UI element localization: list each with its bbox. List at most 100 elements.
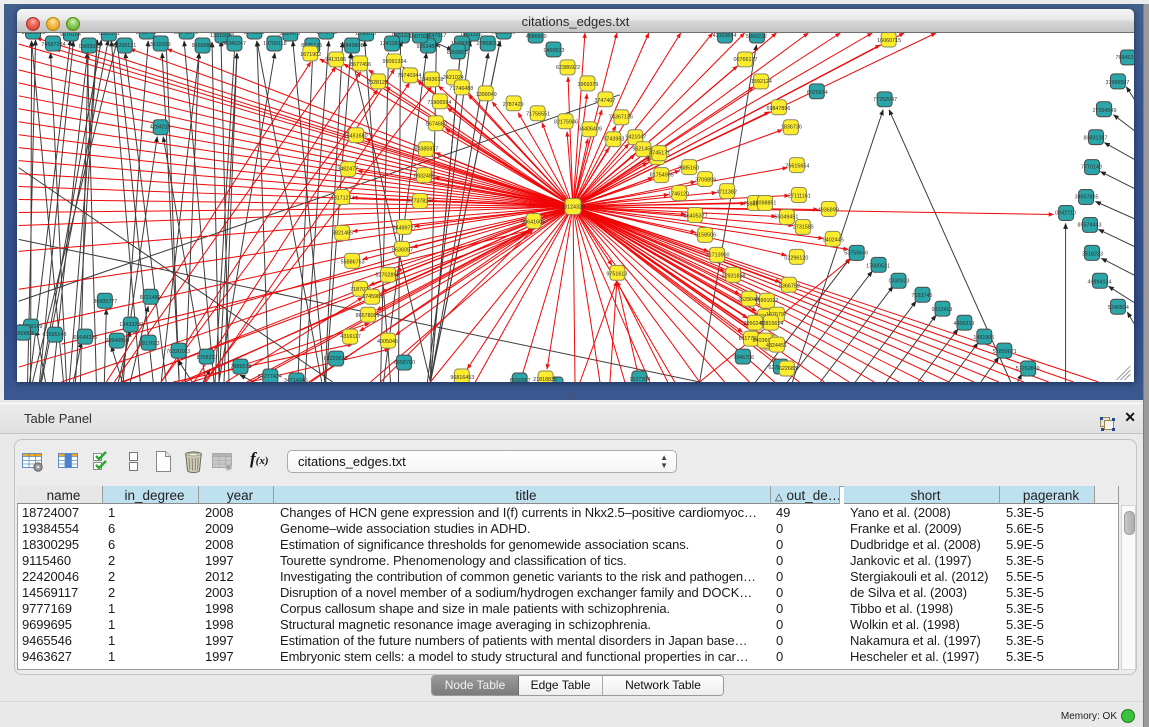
svg-text:10799118: 10799118: [263, 41, 287, 47]
svg-text:4936899: 4936899: [818, 207, 839, 213]
svg-text:5158506: 5158506: [695, 232, 716, 238]
svg-text:34714345: 34714345: [284, 378, 308, 382]
svg-text:0330923: 0330923: [889, 278, 910, 284]
svg-text:96405377: 96405377: [684, 213, 708, 219]
svg-text:28098851: 28098851: [752, 201, 776, 207]
svg-text:9402445: 9402445: [823, 237, 844, 243]
svg-text:9751613: 9751613: [606, 271, 627, 277]
svg-text:9636057: 9636057: [392, 247, 413, 253]
svg-text:71906594: 71906594: [427, 100, 451, 106]
svg-text:21818835: 21818835: [533, 377, 557, 382]
svg-text:43815614: 43815614: [759, 321, 783, 327]
svg-text:36995777: 36995777: [93, 299, 117, 305]
svg-text:1607337: 1607337: [409, 34, 430, 40]
svg-text:56049451: 56049451: [774, 214, 798, 220]
svg-text:6025634: 6025634: [807, 90, 828, 96]
svg-text:76320163: 76320163: [166, 349, 190, 355]
svg-text:1746120: 1746120: [668, 192, 689, 198]
svg-text:4294019: 4294019: [150, 125, 171, 131]
svg-text:9169985: 9169985: [192, 43, 213, 49]
svg-text:1627204: 1627204: [629, 377, 650, 382]
svg-text:8366752: 8366752: [779, 283, 800, 289]
svg-text:86578091: 86578091: [356, 313, 380, 319]
svg-text:4005045: 4005045: [377, 339, 398, 345]
svg-text:4711382: 4711382: [716, 190, 737, 196]
svg-text:8721489: 8721489: [140, 295, 161, 301]
svg-text:62702895: 62702895: [376, 272, 400, 278]
svg-text:7622683: 7622683: [776, 366, 797, 372]
svg-text:7193745: 7193745: [912, 293, 933, 299]
svg-text:79740344: 79740344: [398, 73, 422, 79]
svg-text:5674680: 5674680: [426, 122, 447, 128]
svg-text:99091334: 99091334: [383, 59, 407, 65]
svg-text:1671902: 1671902: [300, 52, 321, 58]
svg-text:8059826: 8059826: [447, 50, 468, 56]
svg-text:0980500: 0980500: [79, 44, 100, 50]
svg-text:3747407: 3747407: [594, 98, 615, 104]
svg-text:4324451: 4324451: [766, 343, 787, 349]
svg-text:13493618: 13493618: [419, 77, 443, 83]
svg-text:7770143: 7770143: [1081, 165, 1102, 171]
svg-text:61595148: 61595148: [43, 332, 67, 338]
svg-text:57262849: 57262849: [1016, 366, 1040, 372]
svg-text:27111161: 27111161: [788, 194, 811, 200]
svg-text:13171274: 13171274: [331, 196, 355, 202]
svg-text:12411824: 12411824: [380, 41, 404, 47]
svg-text:1491905: 1491905: [973, 335, 994, 341]
svg-text:45991022: 45991022: [754, 298, 778, 304]
svg-text:37996507: 37996507: [1105, 80, 1129, 86]
svg-text:85574443: 85574443: [1078, 222, 1102, 228]
svg-text:74687234: 74687234: [42, 42, 66, 48]
svg-text:0450533: 0450533: [544, 48, 565, 54]
svg-text:96641605: 96641605: [521, 219, 545, 225]
svg-text:3619399: 3619399: [150, 42, 171, 48]
svg-text:34957885: 34957885: [1075, 195, 1099, 201]
svg-text:81754965: 81754965: [650, 173, 674, 179]
svg-text:96816453: 96816453: [450, 375, 474, 381]
svg-text:2731585: 2731585: [793, 224, 814, 230]
svg-text:2787429: 2787429: [503, 102, 524, 108]
svg-text:81223623: 81223623: [324, 356, 348, 362]
svg-text:1592124: 1592124: [751, 79, 772, 85]
svg-text:3518233: 3518233: [1082, 251, 1103, 257]
svg-text:04499727: 04499727: [393, 225, 417, 231]
svg-text:76945314: 76945314: [1115, 55, 1134, 61]
svg-text:43303654: 43303654: [713, 33, 737, 39]
svg-text:7889579: 7889579: [230, 364, 251, 370]
svg-text:93534874: 93534874: [416, 44, 440, 50]
svg-text:4586850: 4586850: [526, 34, 547, 40]
svg-text:9743953: 9743953: [603, 137, 624, 143]
svg-text:87277434: 87277434: [258, 374, 282, 380]
svg-text:17080531: 17080531: [866, 263, 890, 269]
svg-text:74367136: 74367136: [609, 115, 633, 121]
svg-text:3685160: 3685160: [678, 166, 699, 172]
svg-text:27868011: 27868011: [476, 41, 500, 47]
svg-text:4316117: 4316117: [340, 334, 361, 340]
svg-text:4745171: 4745171: [649, 151, 670, 157]
svg-text:29946804: 29946804: [105, 338, 129, 344]
svg-text:67737826: 67737826: [407, 199, 431, 205]
svg-text:51850671: 51850671: [993, 349, 1017, 355]
svg-text:6658760: 6658760: [394, 360, 415, 366]
svg-text:1399049: 1399049: [476, 92, 497, 98]
svg-text:49894134: 49894134: [1088, 279, 1112, 285]
svg-text:55886753: 55886753: [341, 259, 365, 265]
svg-text:8708317: 8708317: [197, 355, 218, 361]
svg-text:69847896: 69847896: [766, 106, 790, 112]
svg-text:77752047: 77752047: [873, 97, 897, 103]
svg-text:71756551: 71756551: [526, 112, 550, 118]
svg-text:82175946: 82175946: [554, 120, 578, 126]
svg-text:3482477: 3482477: [337, 167, 358, 173]
svg-text:1745961: 1745961: [362, 294, 383, 300]
svg-text:3709859: 3709859: [695, 178, 716, 184]
svg-text:32931839: 32931839: [722, 273, 746, 279]
svg-text:1836736: 1836736: [781, 125, 802, 131]
svg-text:9912419: 9912419: [931, 307, 952, 313]
svg-text:9413186: 9413186: [325, 57, 346, 63]
svg-text:8677496: 8677496: [350, 62, 371, 68]
svg-text:5869232: 5869232: [746, 34, 767, 40]
svg-text:9821465: 9821465: [332, 230, 353, 236]
svg-text:7346706: 7346706: [733, 355, 754, 361]
svg-text:53755646: 53755646: [844, 250, 868, 256]
svg-text:6690967: 6690967: [510, 378, 531, 382]
